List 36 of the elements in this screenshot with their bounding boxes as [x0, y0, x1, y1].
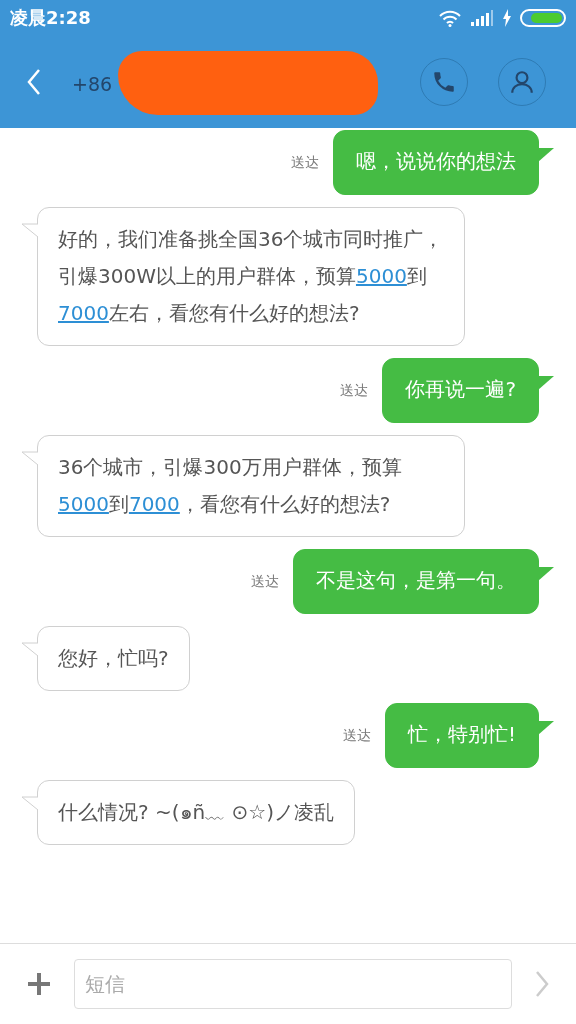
send-icon[interactable]	[534, 970, 550, 998]
charging-icon	[502, 9, 512, 27]
delivery-status: 送达	[251, 572, 279, 591]
bubble-tail	[21, 451, 38, 466]
message-bubble: 嗯，说说你的想法	[333, 130, 539, 195]
message-bubble: 忙，特别忙!	[384, 703, 539, 768]
bubble-tail	[538, 148, 554, 162]
delivery-status: 送达	[291, 153, 319, 172]
delivery-status: 送达	[342, 726, 371, 745]
delivery-status: 送达	[340, 381, 369, 400]
message-bubble: 不是这句，是第一句。	[293, 549, 539, 614]
bubble-tail	[21, 223, 38, 238]
contact-number: +86	[72, 73, 113, 95]
message-bubble: 什么情况? ~(๑ñ﹏ ⊙☆)ノ凌乱	[37, 780, 356, 845]
message-bubble: 36个城市，引爆300万用户群体，预算 5000到7000，看您有什么好的想法?	[37, 435, 465, 537]
message-bubble: 好的，我们准备挑全国36个城市同时推广，引爆300W以上的用户群体，预算5000到 7000左右，看您有什么好的想法?	[37, 207, 465, 346]
bubble-tail	[21, 796, 38, 811]
battery-icon	[520, 9, 566, 27]
message-bubble: 您好，忙吗?	[37, 626, 190, 691]
signal-icon	[470, 10, 494, 26]
bubble-tail	[538, 567, 554, 581]
wifi-icon	[438, 9, 462, 27]
number-link[interactable]: 5000	[58, 492, 109, 516]
number-link[interactable]: 5000	[355, 264, 407, 288]
status-time: 凌晨2:28	[10, 6, 91, 30]
message-bubble: 你再说一遍?	[382, 358, 539, 423]
bubble-tail	[538, 721, 554, 735]
plus-icon[interactable]	[26, 971, 52, 997]
phone-icon	[431, 69, 457, 95]
number-link[interactable]: 7000	[128, 492, 180, 516]
number-link[interactable]: 7000	[58, 301, 109, 325]
message-input[interactable]: 短信	[74, 959, 512, 1009]
back-icon[interactable]	[26, 68, 42, 96]
bubble-tail	[538, 376, 554, 390]
bubble-tail	[21, 642, 38, 657]
person-icon	[509, 69, 535, 95]
